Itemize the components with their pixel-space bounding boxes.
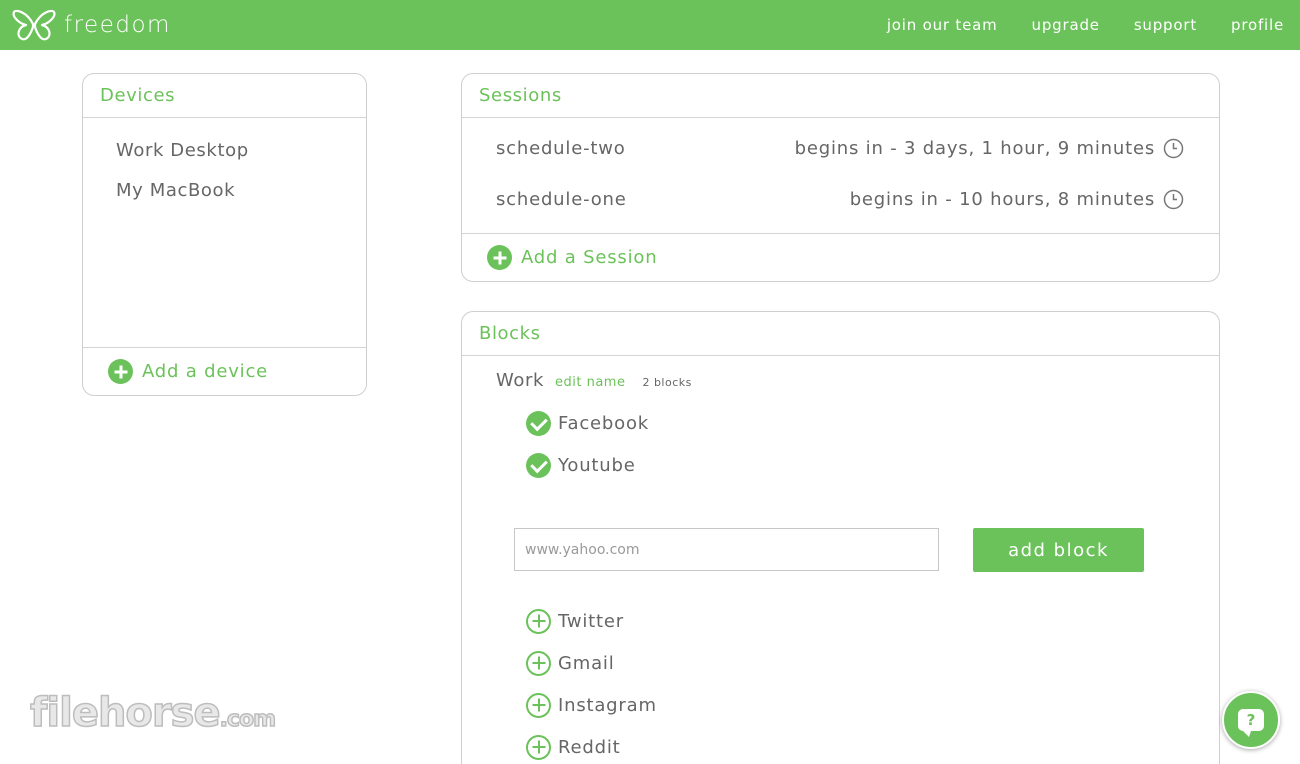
- add-session-button[interactable]: Add a Session: [462, 233, 1219, 281]
- nav-join-our-team[interactable]: join our team: [887, 16, 998, 34]
- check-circle-icon: [526, 410, 551, 436]
- nav-upgrade[interactable]: upgrade: [1032, 16, 1100, 34]
- site-label: Facebook: [558, 412, 649, 434]
- butterfly-icon: [12, 9, 56, 41]
- plus-outline-icon[interactable]: [526, 608, 551, 634]
- session-time-text: begins in - 10 hours, 8 minutes: [849, 189, 1155, 210]
- session-name: schedule-two: [496, 138, 626, 159]
- plus-circle-icon: [108, 359, 133, 384]
- devices-title: Devices: [83, 74, 366, 118]
- device-list: Work Desktop My MacBook: [83, 118, 366, 347]
- devices-panel: Devices Work Desktop My MacBook Add a de…: [82, 73, 367, 396]
- watermark: filehorse.com: [29, 689, 277, 737]
- nav-profile[interactable]: profile: [1231, 16, 1284, 34]
- block-group-header: Work edit name 2 blocks: [496, 370, 692, 391]
- device-item-my-macbook[interactable]: My MacBook: [83, 170, 366, 210]
- session-time-text: begins in - 3 days, 1 hour, 9 minutes: [794, 138, 1155, 159]
- clock-icon: [1163, 138, 1184, 159]
- session-row[interactable]: schedule-two begins in - 3 days, 1 hour,…: [462, 123, 1219, 174]
- plus-outline-icon[interactable]: [526, 734, 551, 760]
- top-nav: join our team upgrade support profile: [853, 0, 1284, 50]
- check-circle-icon: [526, 452, 551, 478]
- plus-outline-icon[interactable]: [526, 692, 551, 718]
- sessions-title: Sessions: [462, 74, 1219, 118]
- add-session-label: Add a Session: [521, 247, 658, 268]
- sessions-panel: Sessions schedule-two begins in - 3 days…: [461, 73, 1220, 282]
- suggested-site-gmail[interactable]: Gmail: [526, 650, 615, 676]
- add-block-button[interactable]: add block: [973, 528, 1144, 572]
- plus-outline-icon[interactable]: [526, 650, 551, 676]
- plus-circle-icon: [487, 245, 512, 270]
- blocks-panel: Blocks Work edit name 2 blocks Facebook …: [461, 311, 1220, 764]
- active-site-youtube[interactable]: Youtube: [526, 452, 636, 478]
- session-time: begins in - 3 days, 1 hour, 9 minutes: [795, 138, 1184, 159]
- brand-name: freedom: [64, 12, 171, 38]
- chat-bubble-icon: ?: [1238, 709, 1264, 737]
- session-time: begins in - 10 hours, 8 minutes: [850, 189, 1184, 210]
- edit-name-link[interactable]: edit name: [555, 375, 625, 390]
- add-device-label: Add a device: [142, 361, 269, 382]
- block-url-input[interactable]: [514, 528, 939, 571]
- active-site-facebook[interactable]: Facebook: [526, 410, 649, 436]
- session-row[interactable]: schedule-one begins in - 10 hours, 8 min…: [462, 174, 1219, 225]
- add-device-button[interactable]: Add a device: [83, 347, 366, 395]
- block-group-name: Work: [496, 370, 544, 391]
- blocks-title: Blocks: [462, 312, 1219, 356]
- site-label: Twitter: [558, 610, 624, 632]
- clock-icon: [1163, 189, 1184, 210]
- site-label: Reddit: [558, 736, 621, 758]
- watermark-suffix: .com: [219, 706, 277, 733]
- nav-support[interactable]: support: [1134, 16, 1197, 34]
- help-chat-button[interactable]: ?: [1222, 691, 1280, 749]
- session-list: schedule-two begins in - 3 days, 1 hour,…: [462, 118, 1219, 233]
- top-bar: freedom join our team upgrade support pr…: [0, 0, 1300, 50]
- site-label: Gmail: [558, 652, 615, 674]
- logo[interactable]: freedom: [12, 6, 171, 44]
- session-name: schedule-one: [496, 189, 627, 210]
- watermark-main: filehorse: [29, 689, 221, 737]
- help-label: ?: [1246, 711, 1256, 729]
- device-item-work-desktop[interactable]: Work Desktop: [83, 130, 366, 170]
- suggested-site-reddit[interactable]: Reddit: [526, 734, 620, 760]
- suggested-site-twitter[interactable]: Twitter: [526, 608, 624, 634]
- site-label: Instagram: [558, 694, 657, 716]
- site-label: Youtube: [558, 454, 636, 476]
- suggested-site-instagram[interactable]: Instagram: [526, 692, 657, 718]
- block-count: 2 blocks: [642, 376, 692, 389]
